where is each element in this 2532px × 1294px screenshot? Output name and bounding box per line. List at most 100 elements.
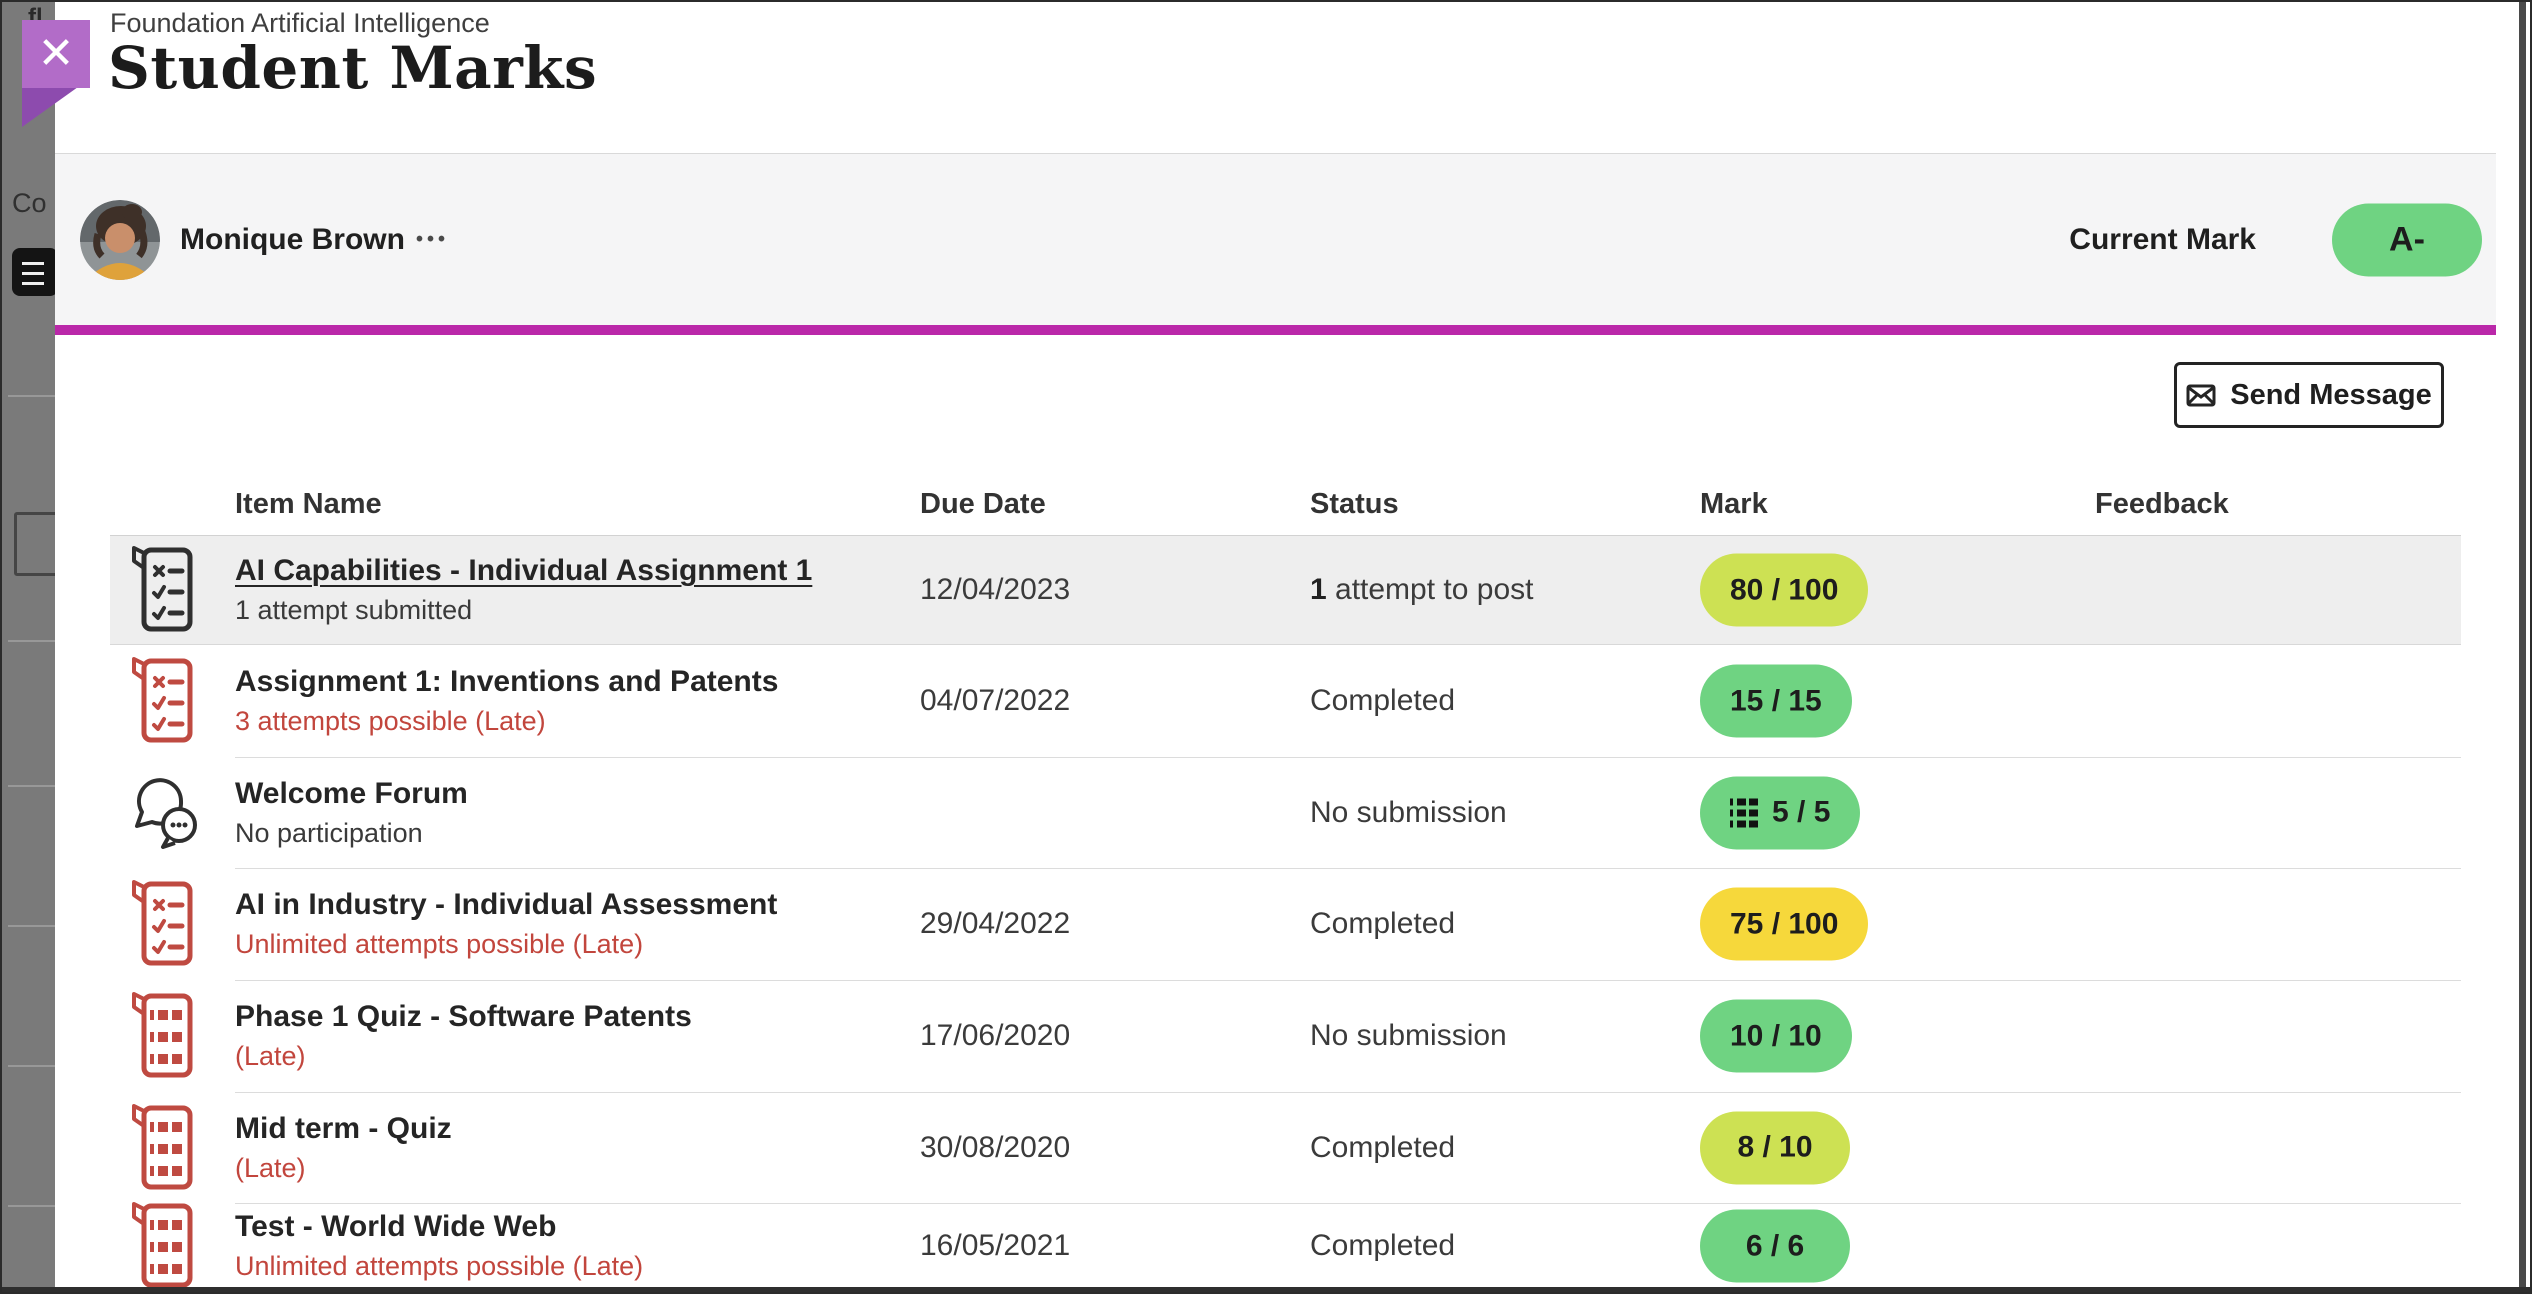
background-divider	[8, 395, 55, 397]
background-text-fragment: Co	[12, 188, 47, 219]
item-name-cell: Assignment 1: Inventions and Patents 3 a…	[235, 665, 778, 737]
student-overflow-menu[interactable]: •••	[410, 228, 455, 253]
background-divider	[8, 640, 55, 642]
item-name[interactable]: Phase 1 Quiz - Software Patents	[235, 1000, 692, 1034]
mark-value: 75 / 100	[1730, 907, 1838, 941]
column-header-due-date: Due Date	[920, 488, 1046, 521]
column-header-status: Status	[1310, 488, 1399, 521]
item-name[interactable]: Welcome Forum	[235, 777, 468, 811]
mark-pill: 80 / 100	[1700, 554, 1868, 627]
status-cell: Completed	[1310, 907, 1455, 941]
close-panel-button[interactable]: ✕	[22, 20, 90, 88]
item-name-cell: Mid term - Quiz (Late)	[235, 1112, 452, 1184]
mark-pill: 8 / 10	[1700, 1111, 1850, 1184]
close-icon: ✕	[38, 32, 75, 76]
status-cell: Completed	[1310, 1131, 1455, 1165]
background-divider	[8, 1205, 55, 1207]
due-date-cell: 12/04/2023	[920, 573, 1070, 607]
student-avatar	[80, 200, 160, 280]
mark-pill: 5 / 5	[1700, 776, 1860, 849]
page-title: Student Marks	[108, 34, 597, 102]
status-cell: 1 attempt to post	[1310, 573, 1533, 607]
due-date-cell: 17/06/2020	[920, 1019, 1070, 1053]
due-date-cell: 30/08/2020	[920, 1131, 1070, 1165]
item-subtext: No participation	[235, 818, 468, 849]
status-text: No submission	[1310, 796, 1507, 829]
status-text: Completed	[1310, 1131, 1455, 1164]
background-menu-button	[12, 248, 55, 296]
status-text: Completed	[1310, 907, 1455, 940]
avatar-image	[80, 200, 160, 280]
mark-cell: 5 / 5	[1700, 776, 1860, 849]
marks-table: Item NameDue DateStatusMarkFeedback AI C…	[110, 488, 2461, 1289]
mark-value: 6 / 6	[1746, 1229, 1804, 1263]
send-message-button[interactable]: Send Message	[2174, 362, 2444, 428]
status-cell: Completed	[1310, 684, 1455, 718]
table-row: Phase 1 Quiz - Software Patents (Late) 1…	[110, 980, 2461, 1092]
status-bold: 1	[1310, 573, 1327, 606]
envelope-icon	[2186, 384, 2216, 407]
quiz-icon	[130, 1102, 196, 1194]
mark-pill: 75 / 100	[1700, 888, 1868, 961]
item-name[interactable]: Assignment 1: Inventions and Patents	[235, 665, 778, 699]
item-name-cell: AI Capabilities - Individual Assignment …	[235, 554, 812, 626]
mark-cell: 15 / 15	[1700, 665, 1852, 738]
status-cell: No submission	[1310, 796, 1507, 830]
current-mark-badge: A-	[2332, 204, 2482, 277]
table-header-row: Item NameDue DateStatusMarkFeedback	[110, 488, 2461, 535]
status-cell: No submission	[1310, 1019, 1507, 1053]
mark-value: 10 / 10	[1730, 1019, 1822, 1053]
send-message-label: Send Message	[2230, 379, 2431, 412]
mark-pill: 15 / 15	[1700, 665, 1852, 738]
assignment-icon	[130, 655, 196, 747]
mark-pill: 10 / 10	[1700, 1000, 1852, 1073]
due-date-cell: 29/04/2022	[920, 907, 1070, 941]
discussion-icon	[130, 776, 204, 850]
item-name-cell: AI in Industry - Individual Assessment U…	[235, 888, 777, 960]
mark-value: 80 / 100	[1730, 573, 1838, 607]
status-text: No submission	[1310, 1019, 1507, 1052]
screen-right-border	[2519, 0, 2526, 1294]
quiz-icon	[130, 1200, 196, 1292]
due-date-cell: 16/05/2021	[920, 1229, 1070, 1263]
item-subtext: (Late)	[235, 1153, 452, 1184]
quiz-icon	[130, 990, 196, 1082]
column-header-mark: Mark	[1700, 488, 1768, 521]
assignment-icon	[130, 544, 196, 636]
status-text: attempt to post	[1327, 573, 1534, 606]
item-name[interactable]: Test - World Wide Web	[235, 1210, 556, 1244]
student-marks-panel: Foundation Artificial Intelligence Stude…	[55, 0, 2532, 1294]
item-subtext: Unlimited attempts possible (Late)	[235, 929, 777, 960]
dimmed-background-page: fl Co	[0, 0, 55, 1294]
item-name-cell: Test - World Wide Web Unlimited attempts…	[235, 1210, 643, 1282]
mark-cell: 75 / 100	[1700, 888, 1868, 961]
item-subtext: Unlimited attempts possible (Late)	[235, 1251, 643, 1282]
accent-divider-bar	[55, 325, 2496, 335]
mark-cell: 8 / 10	[1700, 1111, 1850, 1184]
background-divider	[8, 785, 55, 787]
item-name-link[interactable]: AI Capabilities - Individual Assignment …	[235, 554, 812, 588]
item-subtext: 3 attempts possible (Late)	[235, 706, 778, 737]
column-header-item-name: Item Name	[235, 488, 382, 521]
table-row: Test - World Wide Web Unlimited attempts…	[110, 1203, 2461, 1289]
status-cell: Completed	[1310, 1229, 1455, 1263]
current-mark-label: Current Mark	[2069, 223, 2256, 257]
screen-bottom-border	[0, 1287, 2532, 1294]
student-name: Monique Brown	[180, 223, 405, 257]
item-name-cell: Phase 1 Quiz - Software Patents (Late)	[235, 1000, 692, 1072]
background-divider	[8, 1065, 55, 1067]
due-date-cell: 04/07/2022	[920, 684, 1070, 718]
background-divider	[8, 925, 55, 927]
table-row: AI in Industry - Individual Assessment U…	[110, 868, 2461, 980]
table-row: AI Capabilities - Individual Assignment …	[110, 535, 2461, 645]
item-name[interactable]: Mid term - Quiz	[235, 1112, 452, 1146]
mark-pill: 6 / 6	[1700, 1210, 1850, 1283]
assignment-icon	[130, 878, 196, 970]
background-card-outline	[14, 512, 55, 576]
item-name-cell: Welcome Forum No participation	[235, 777, 468, 849]
mark-cell: 6 / 6	[1700, 1210, 1850, 1283]
mark-value: 5 / 5	[1772, 796, 1830, 830]
mark-value: 8 / 10	[1737, 1131, 1812, 1165]
item-name[interactable]: AI in Industry - Individual Assessment	[235, 888, 777, 922]
table-row: Assignment 1: Inventions and Patents 3 a…	[110, 645, 2461, 757]
